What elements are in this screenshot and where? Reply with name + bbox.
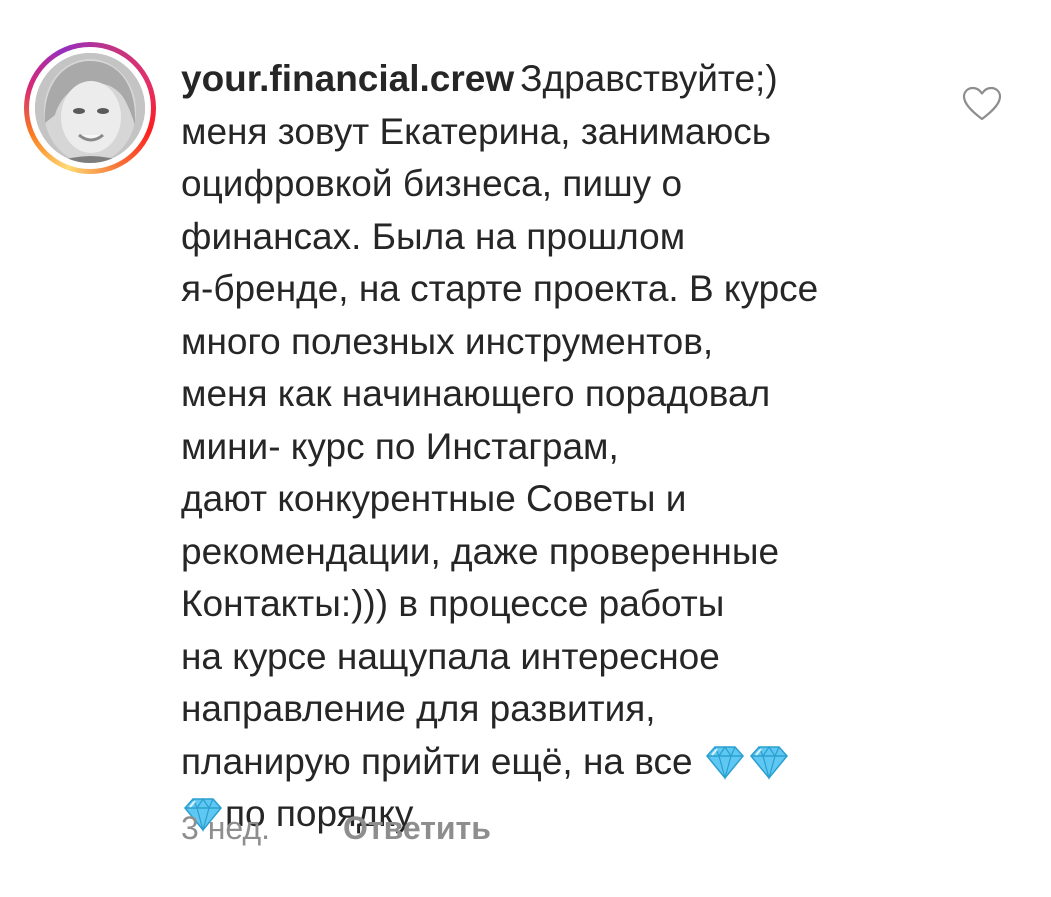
- comment-line: дают конкурентные Советы и: [181, 478, 687, 519]
- comment-line: я-бренде, на старте проекта. В курсе: [181, 268, 819, 309]
- comment-timestamp[interactable]: 3 нед.: [181, 806, 270, 850]
- reply-button[interactable]: Ответить: [343, 806, 491, 850]
- avatar-story-ring[interactable]: [24, 42, 156, 174]
- gem-stone-icon: [747, 744, 791, 780]
- comment-line: Контакты:))) в процессе работы: [181, 583, 725, 624]
- avatar[interactable]: [35, 53, 145, 163]
- heart-outline-icon[interactable]: [962, 86, 1002, 122]
- comment-line-text: Здравствуйте;): [520, 58, 778, 99]
- username-link[interactable]: your.financial.crew: [181, 58, 514, 99]
- comment-line: много полезных инструментов,: [181, 320, 714, 362]
- comment-line: рекомендации, даже проверенные: [181, 530, 780, 572]
- comment-line: меня зовут Екатерина, занимаюсь: [181, 110, 772, 152]
- comment-line-text: планирую прийти ещё, на все: [181, 740, 693, 782]
- comment-line: your.financial.crew Здравствуйте;): [181, 53, 921, 106]
- comment-line: меня как начинающего порадовал: [181, 373, 771, 414]
- comment-line: финансах. Была на прошлом: [181, 215, 686, 257]
- comment-body: your.financial.crew Здравствуйте;) меня з…: [181, 53, 921, 841]
- comment-item: your.financial.crew Здравствуйте;) меня з…: [0, 0, 1051, 897]
- comment-line: оцифровкой бизнеса, пишу о: [181, 163, 683, 204]
- comment-line: на курсе нащупала интересное: [181, 635, 720, 677]
- comment-line: по порядку: [181, 788, 921, 841]
- gem-stone-icon: [703, 744, 747, 780]
- comment-line: направление для развития,: [181, 688, 656, 729]
- comment-line: планирую прийти ещё, на все: [181, 736, 921, 789]
- avatar-portrait-icon: [35, 53, 145, 163]
- comment-line: мини- курс по Инстаграм,: [181, 425, 619, 467]
